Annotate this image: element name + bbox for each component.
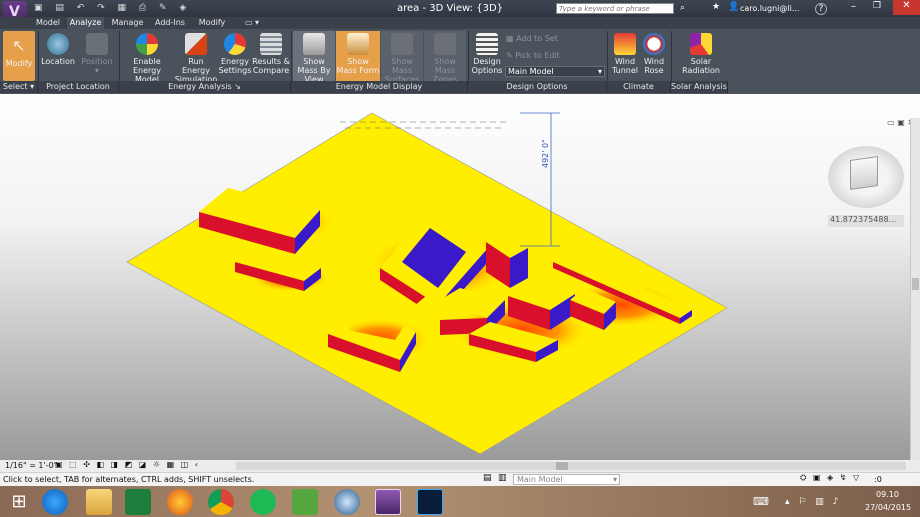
location-button[interactable]: Location: [41, 33, 75, 66]
help-button[interactable]: ?: [815, 3, 827, 15]
position-button[interactable]: Position ▾: [79, 33, 115, 75]
show-mass-by-view-button[interactable]: Show Mass By View: [293, 31, 335, 84]
design-options-icon[interactable]: ▥: [498, 473, 507, 483]
results-compare-button[interactable]: Results & Compare: [252, 33, 290, 75]
keyboard-icon[interactable]: ⌨: [753, 495, 769, 508]
wind-rose-button[interactable]: Wind Rose: [640, 33, 668, 75]
close-button[interactable]: ✕: [893, 0, 920, 15]
dimension-label: 492' 0": [541, 139, 550, 168]
windows-start-icon[interactable]: ⊞: [6, 489, 32, 515]
globe-icon: [47, 33, 69, 55]
maximize-button[interactable]: ❐: [873, 1, 881, 11]
file-explorer-icon[interactable]: [86, 489, 112, 515]
star-icon[interactable]: ★: [712, 2, 720, 12]
excel-icon[interactable]: [125, 489, 151, 515]
worksets-icon[interactable]: ▤: [483, 473, 492, 483]
chrome-icon[interactable]: [208, 489, 234, 515]
tray-icons[interactable]: ▴ ⚐ ▥ ♪: [785, 497, 841, 507]
firefox-icon[interactable]: [167, 489, 193, 515]
status-bar: Click to select, TAB for alternates, CTR…: [0, 472, 920, 486]
tab-analyze[interactable]: Analyze: [67, 17, 104, 29]
spotify-icon[interactable]: [250, 489, 276, 515]
modify-button[interactable]: ↖ Modify: [3, 31, 35, 81]
chevron-down-icon: ▾: [597, 67, 602, 76]
vertical-scrollbar[interactable]: [910, 118, 920, 460]
cursor-icon: ↖: [12, 36, 26, 55]
clock-time[interactable]: 09.10: [876, 490, 899, 499]
view-control-bar: 1/16" = 1'-0" ▣ ⬚ ✣ ◧ ◨ ◩ ◪ ☼ ▦ ◫ ‹: [0, 460, 920, 472]
minimize-button[interactable]: –: [851, 1, 856, 12]
wind-tunnel-button[interactable]: Wind Tunnel: [610, 33, 640, 75]
main-model-dropdown[interactable]: Main Model ▾: [505, 66, 605, 77]
title-bar: V ▣ ▤ ↶ ↷ ▦ ⎙ ✎ ◈ area - 3D View: {3D} ⌕…: [0, 0, 920, 27]
quick-access-toolbar[interactable]: ▣ ▤ ↶ ↷ ▦ ⎙ ✎ ◈: [34, 3, 204, 14]
utorrent-icon[interactable]: [292, 489, 318, 515]
group-select[interactable]: Select ▾: [0, 81, 38, 93]
group-energy-analysis: Energy Analysis ↘: [119, 81, 291, 93]
viewcube-face[interactable]: [850, 156, 878, 190]
chevron-down-icon: ▾: [612, 475, 617, 484]
status-hint: Click to select, TAB for alternates, CTR…: [3, 475, 255, 484]
user-icon[interactable]: 👤: [728, 2, 739, 12]
search-input[interactable]: [556, 3, 674, 14]
run-energy-simulation-button[interactable]: Run Energy Simulation: [174, 33, 218, 84]
binoculars-icon[interactable]: ⌕: [680, 3, 685, 13]
energy-settings-button[interactable]: Energy Settings: [218, 33, 252, 75]
simulation-icon: [185, 33, 207, 55]
user-name[interactable]: caro.lugni@li...: [740, 4, 799, 13]
group-design-options: Design Options: [468, 81, 607, 93]
results-icon: [260, 33, 282, 55]
mass-zones-icon: [434, 33, 456, 55]
tab-manage[interactable]: Manage: [110, 17, 145, 29]
filter-count: :0: [874, 475, 882, 484]
coordinate-readout: 41.872375488...: [828, 215, 904, 227]
tab-model[interactable]: Model: [35, 17, 61, 29]
design-option-dropdown[interactable]: Main Model ▾: [513, 474, 620, 485]
design-options-icon: [476, 33, 498, 55]
design-options-button[interactable]: Design Options: [470, 33, 504, 75]
mass-form-icon: [347, 33, 369, 55]
tab-add-ins[interactable]: Add-Ins: [152, 17, 188, 29]
ball-app-icon[interactable]: [334, 489, 360, 515]
solar-radiation-button[interactable]: Solar Radiation: [674, 33, 728, 75]
show-mass-surfaces-button[interactable]: Show Mass Surfaces: [381, 31, 423, 84]
wind-rose-icon: [643, 33, 665, 55]
ie-icon[interactable]: [42, 489, 68, 515]
show-mass-form-button[interactable]: Show Mass Form: [336, 31, 380, 81]
revit-icon[interactable]: [375, 489, 401, 515]
group-project-location: Project Location: [38, 81, 119, 93]
scale-label[interactable]: 1/16" = 1'-0": [5, 461, 57, 470]
selection-filter-icons[interactable]: ⛭ ▣ ◈ ↯ ▽: [800, 473, 861, 483]
group-climate-analysis: Climate Analysis: [607, 81, 671, 103]
view-control-icons[interactable]: ▣ ⬚ ✣ ◧ ◨ ◩ ◪ ☼ ▦ ◫ ‹: [55, 460, 200, 469]
photoshop-icon[interactable]: [417, 489, 443, 515]
window-title: area - 3D View: {3D}: [396, 3, 504, 14]
mass-view-icon: [303, 33, 325, 55]
solar-radiation-icon: [690, 33, 712, 55]
solar-analysis-model[interactable]: 492' 0": [0, 94, 920, 460]
group-solar-analysis: Solar Analysis: [671, 81, 728, 93]
mass-surfaces-icon: [391, 33, 413, 55]
group-energy-model-display: Energy Model Display: [291, 81, 468, 93]
panel-toggle-icon[interactable]: ▭ ▾: [240, 17, 264, 29]
energy-model-icon: [136, 33, 158, 55]
pick-to-edit-button[interactable]: ✎ Pick to Edit: [506, 51, 576, 60]
viewcube[interactable]: [828, 146, 904, 208]
wind-tunnel-icon: [614, 33, 636, 55]
enable-energy-model-button[interactable]: Enable Energy Model: [120, 33, 174, 84]
show-mass-zones-button[interactable]: Show Mass Zones: [424, 31, 466, 84]
3d-viewport[interactable]: 492' 0" ▭ ▣ ✕ 41.872375488...: [0, 94, 920, 460]
tab-modify[interactable]: Modify: [197, 17, 227, 29]
add-to-set-button[interactable]: ▦ Add to Set: [506, 34, 576, 43]
settings-icon: [224, 33, 246, 55]
clock-date[interactable]: 27/04/2015: [865, 503, 911, 512]
position-icon: [86, 33, 108, 55]
horizontal-scrollbar[interactable]: [236, 462, 906, 470]
